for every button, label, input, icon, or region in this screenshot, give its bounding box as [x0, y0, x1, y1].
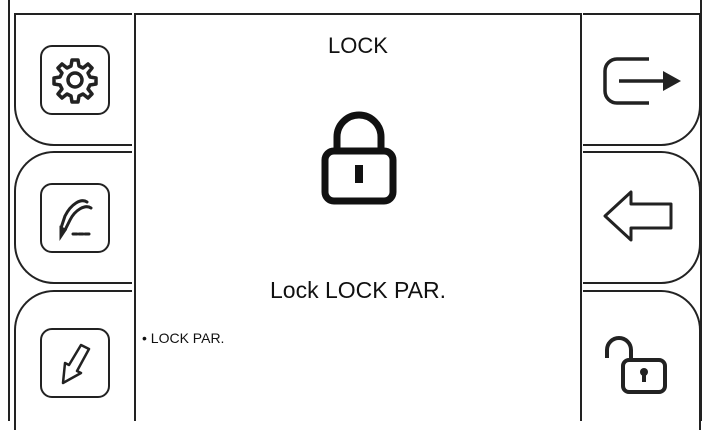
unlock-button[interactable] — [583, 290, 701, 430]
list-item: • LOCK PAR. — [142, 330, 225, 346]
gear-icon — [40, 45, 110, 115]
down-left-button[interactable] — [14, 290, 132, 430]
settings-button[interactable] — [14, 13, 132, 146]
back-arrow-left-icon — [601, 186, 677, 246]
exit-button[interactable] — [583, 13, 701, 146]
welding-torch-icon — [40, 183, 110, 253]
arrow-down-left-icon — [40, 328, 110, 398]
unlock-icon — [601, 328, 671, 398]
lock-icon — [319, 109, 399, 210]
exit-arrow-right-icon — [601, 55, 685, 107]
left-frame-line — [8, 0, 10, 421]
back-button[interactable] — [583, 151, 701, 284]
lock-message: Lock LOCK PAR. — [270, 277, 446, 303]
welding-process-button[interactable] — [14, 151, 132, 284]
main-display: LOCK Lock LOCK PAR. • LOCK PAR. — [134, 13, 582, 421]
page-title: LOCK — [328, 33, 388, 58]
